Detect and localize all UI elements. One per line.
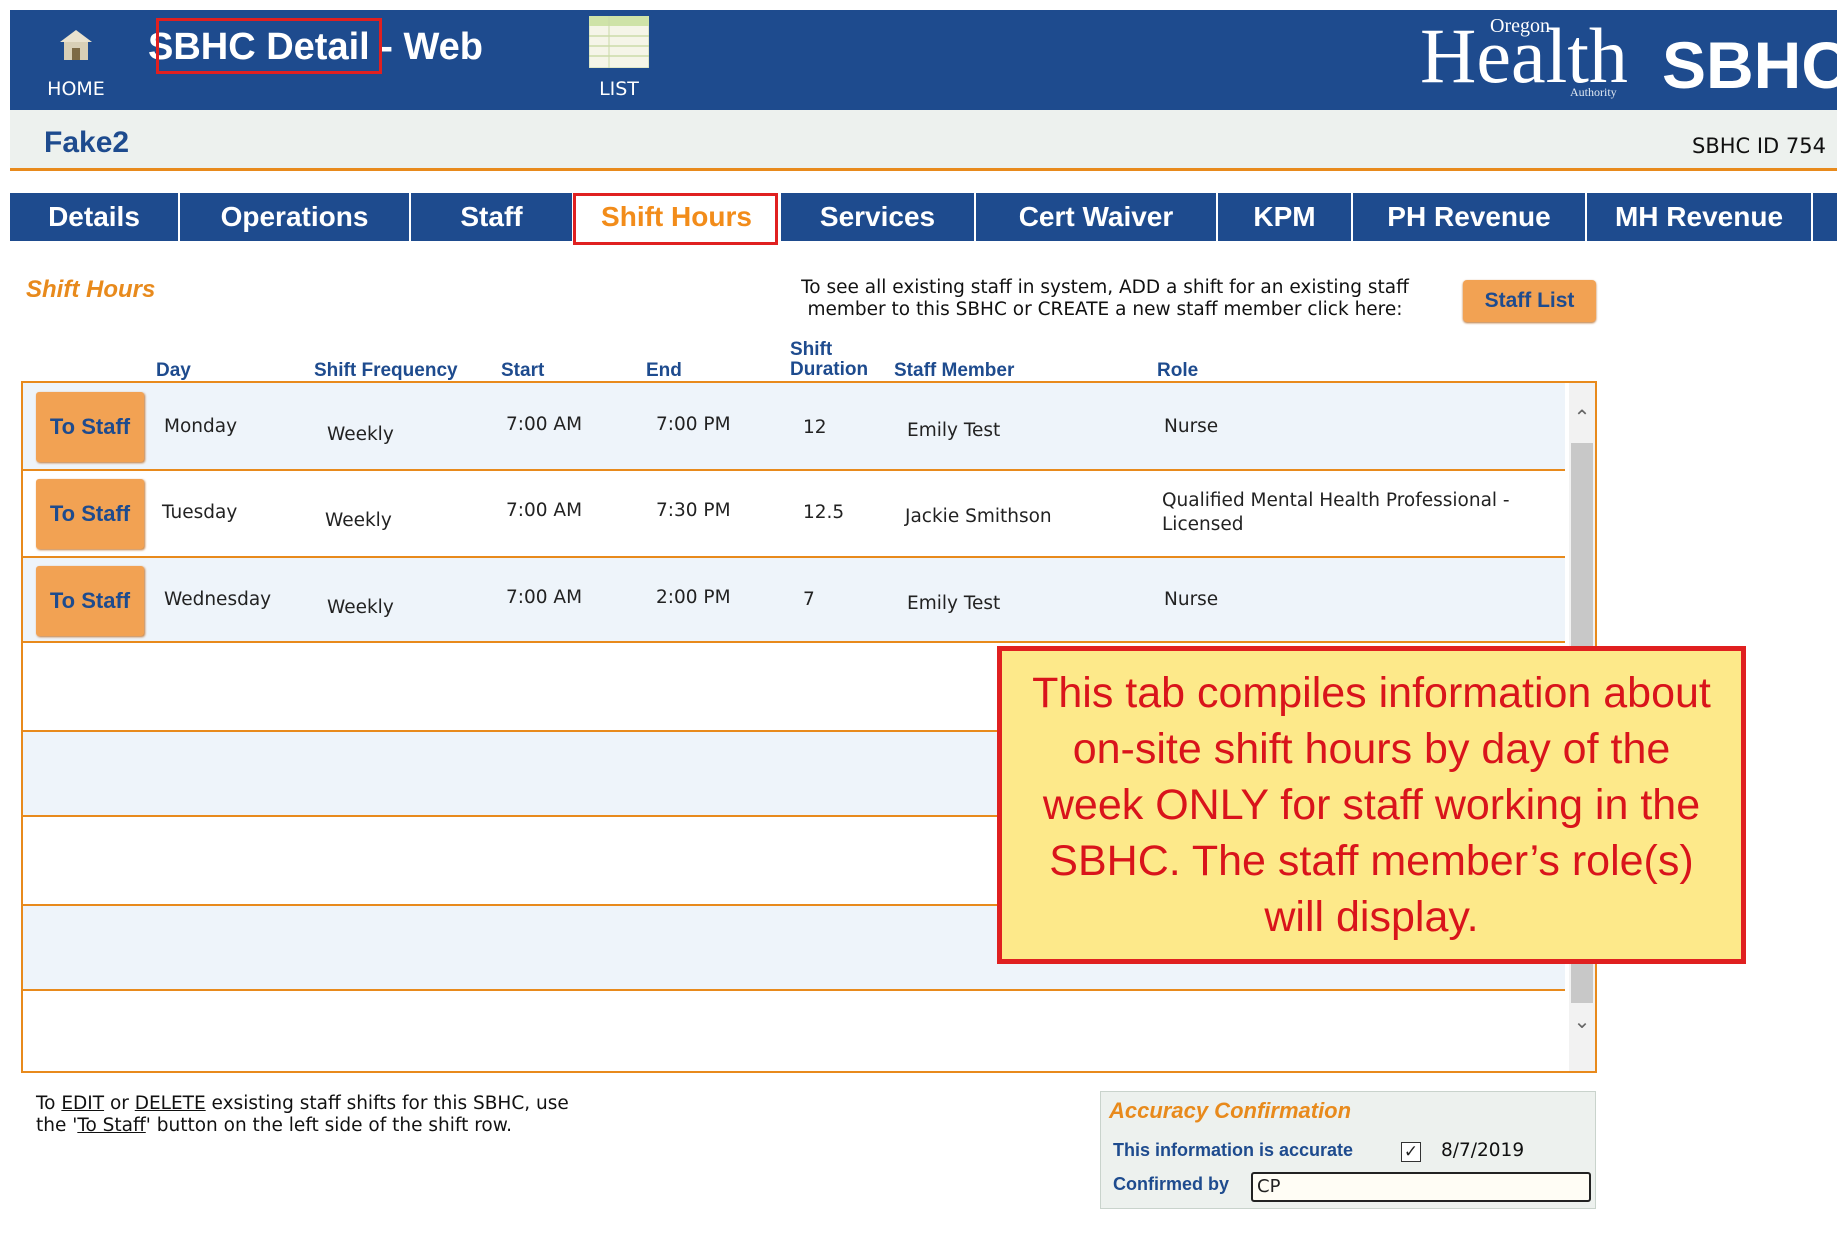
cell-role-line-2: Licensed	[1162, 514, 1244, 535]
header-day: Day	[156, 360, 191, 381]
cell-duration: 7	[803, 589, 815, 610]
cell-end: 7:00 PM	[656, 414, 731, 435]
clinic-strip	[10, 110, 1837, 171]
cell-duration: 12	[803, 417, 827, 438]
header-shift-frequency: Shift Frequency	[314, 360, 458, 381]
cell-frequency: Weekly	[325, 510, 392, 531]
section-title: Shift Hours	[26, 276, 156, 303]
staff-list-instruction: To see all existing staff in system, ADD…	[760, 277, 1450, 321]
table-row: To Staff Wednesday Weekly 7:00 AM 2:00 P…	[23, 558, 1565, 643]
header-duration-line-1: Shift	[790, 339, 833, 360]
confirmed-by-input[interactable]: CP	[1251, 1172, 1591, 1202]
tab-bar: Details Operations Staff Shift Hours Ser…	[10, 193, 1837, 241]
cell-start: 7:00 AM	[506, 500, 583, 521]
footnote-line-2: the 'To Staff' button on the left side o…	[36, 1115, 626, 1137]
confirmation-date: 8/7/2019	[1441, 1140, 1525, 1161]
header-start: Start	[501, 360, 545, 381]
staff-list-button[interactable]: Staff List	[1463, 280, 1596, 322]
cell-start: 7:00 AM	[506, 587, 583, 608]
tab-operations[interactable]: Operations	[180, 193, 411, 241]
table-row-empty	[23, 991, 1565, 1071]
accurate-checkbox[interactable]: ✓	[1401, 1142, 1421, 1162]
sbhc-id: SBHC ID 754	[1692, 134, 1826, 158]
footnote-edit: EDIT	[61, 1093, 105, 1114]
clinic-name: Fake2	[44, 126, 130, 159]
instruction-line-1: To see all existing staff in system, ADD…	[801, 277, 1409, 298]
home-icon	[60, 30, 92, 60]
scroll-up-icon[interactable]: ⌃	[1569, 405, 1595, 429]
cell-duration: 12.5	[803, 502, 845, 523]
footnote-text-e: ' button on the left side of the shift r…	[145, 1115, 513, 1136]
confirmed-by-label: Confirmed by	[1113, 1174, 1230, 1194]
tab-cert-waiver[interactable]: Cert Waiver	[976, 193, 1218, 241]
home-label: HOME	[47, 78, 105, 100]
header-duration-line-2: Duration	[790, 359, 869, 380]
title-highlight-box	[156, 18, 382, 74]
cell-day: Monday	[164, 416, 238, 437]
list-icon	[589, 16, 649, 68]
cell-role: Nurse	[1164, 416, 1219, 437]
footnote-text-b: or	[104, 1093, 135, 1114]
to-staff-button[interactable]: To Staff	[36, 392, 144, 462]
footnote-text-c: exsisting staff shifts for this SBHC, us…	[205, 1093, 569, 1114]
footnote-to-staff: To Staff	[77, 1115, 146, 1136]
sbhc-logo: SBHC	[1662, 28, 1837, 102]
tab-services[interactable]: Services	[781, 193, 976, 241]
list-label: LIST	[599, 78, 639, 100]
accuracy-confirmation-panel: Accuracy Confirmation This information i…	[1100, 1091, 1596, 1209]
header-role: Role	[1157, 360, 1199, 381]
logo-authority-text: Authority	[1570, 85, 1617, 99]
accuracy-title: Accuracy Confirmation	[1109, 1098, 1352, 1123]
logo-sbhc-text: SBHC	[1662, 28, 1837, 102]
tab-mh-revenue[interactable]: MH Revenue	[1587, 193, 1813, 241]
scroll-down-icon[interactable]: ⌄	[1569, 1009, 1595, 1033]
table-row: To Staff Monday Weekly 7:00 AM 7:00 PM 1…	[23, 383, 1565, 471]
cell-staff-member: Jackie Smithson	[905, 506, 1052, 527]
to-staff-button[interactable]: To Staff	[36, 566, 144, 636]
tab-ph-revenue[interactable]: PH Revenue	[1353, 193, 1587, 241]
home-button[interactable]: HOME	[36, 24, 116, 104]
list-button[interactable]: LIST	[582, 14, 656, 104]
tab-kpm[interactable]: KPM	[1218, 193, 1353, 241]
table-row: To Staff Tuesday Weekly 7:00 AM 7:30 PM …	[23, 471, 1565, 558]
tab-details[interactable]: Details	[10, 193, 180, 241]
header-shift-duration: Shift Duration	[790, 340, 868, 380]
app-title-suffix: - Web	[369, 26, 484, 68]
cell-day: Tuesday	[162, 502, 238, 523]
instruction-line-2: member to this SBHC or CREATE a new staf…	[807, 299, 1403, 320]
footnote-delete: DELETE	[134, 1093, 206, 1114]
edit-delete-instruction: To EDIT or DELETE exsisting staff shifts…	[36, 1093, 626, 1137]
cell-staff-member: Emily Test	[907, 593, 1001, 614]
cell-frequency: Weekly	[327, 597, 394, 618]
header-staff-member: Staff Member	[894, 360, 1015, 381]
cell-frequency: Weekly	[327, 424, 394, 445]
cell-end: 2:00 PM	[656, 587, 731, 608]
footnote-text-d: the '	[36, 1115, 78, 1136]
tab-highlight-box	[573, 193, 778, 245]
accurate-label: This information is accurate	[1113, 1140, 1354, 1160]
cell-staff-member: Emily Test	[907, 420, 1001, 441]
cell-day: Wednesday	[164, 589, 272, 610]
header-end: End	[646, 360, 682, 381]
annotation-callout: This tab compiles information about on-s…	[997, 646, 1746, 964]
cell-end: 7:30 PM	[656, 500, 731, 521]
cell-start: 7:00 AM	[506, 414, 583, 435]
to-staff-button[interactable]: To Staff	[36, 479, 144, 549]
oregon-health-authority-logo: Oregon Health Authority	[1420, 12, 1628, 99]
cell-role: Nurse	[1164, 589, 1219, 610]
tab-staff[interactable]: Staff	[411, 193, 574, 241]
footnote-text-a: To	[36, 1093, 62, 1114]
cell-role-line-1: Qualified Mental Health Professional -	[1162, 490, 1510, 511]
footnote-line-1: To EDIT or DELETE exsisting staff shifts…	[36, 1093, 626, 1115]
